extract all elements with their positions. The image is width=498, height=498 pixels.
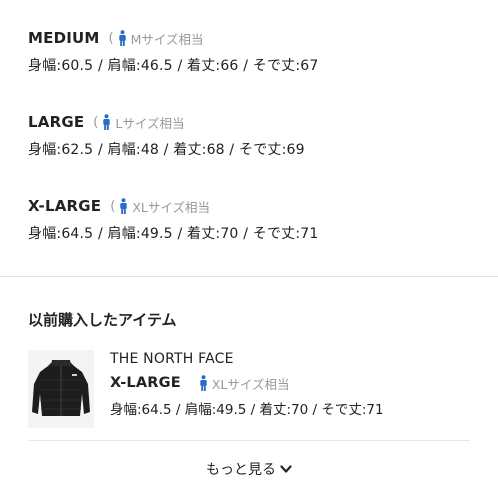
size-name: LARGE — [28, 113, 85, 131]
size-equivalent: Mサイズ相当 — [130, 31, 204, 47]
size-name: MEDIUM — [28, 29, 100, 47]
paren: ( — [110, 198, 116, 214]
paren: ( — [108, 30, 114, 46]
section-divider — [0, 276, 498, 277]
purchased-item-info: THE NORTH FACE X-LARGE XLサイズ相当 身幅:64.5 /… — [110, 350, 384, 428]
jacket-image — [32, 360, 90, 416]
paren: ( — [93, 114, 99, 130]
size-measurements: 身幅:64.5 / 肩幅:49.5 / 着丈:70 / そで丈:71 — [110, 402, 384, 418]
size-equivalent: XLサイズ相当 — [211, 376, 290, 392]
chevron-down-icon — [280, 465, 292, 473]
size-header: X-LARGE ( XLサイズ相当 — [28, 195, 319, 217]
size-option-xlarge: X-LARGE ( XLサイズ相当 身幅:64.5 / 肩幅:49.5 / 着丈… — [28, 195, 319, 243]
size-measurements: 身幅:60.5 / 肩幅:46.5 / 着丈:66 / そで丈:67 — [28, 58, 319, 74]
size-equivalent: Lサイズ相当 — [115, 115, 185, 131]
purchased-size-header: X-LARGE XLサイズ相当 — [110, 372, 384, 394]
size-option-large: LARGE ( Lサイズ相当 身幅:62.5 / 肩幅:48 / 着丈:68 /… — [28, 111, 305, 159]
brand-name: THE NORTH FACE — [110, 351, 234, 367]
size-measurements: 身幅:64.5 / 肩幅:49.5 / 着丈:70 / そで丈:71 — [28, 226, 319, 242]
purchased-item[interactable]: THE NORTH FACE X-LARGE XLサイズ相当 身幅:64.5 /… — [28, 350, 384, 428]
product-thumbnail[interactable] — [28, 350, 94, 428]
show-more-button[interactable]: もっと見る — [0, 459, 498, 479]
size-name: X-LARGE — [110, 375, 181, 391]
size-equivalent: XLサイズ相当 — [132, 199, 210, 215]
size-option-medium: MEDIUM ( Mサイズ相当 身幅:60.5 / 肩幅:46.5 / 着丈:6… — [28, 27, 319, 75]
person-icon — [120, 198, 128, 214]
size-name: X-LARGE — [28, 197, 102, 215]
purchased-section-title: 以前購入したアイテム — [28, 311, 177, 329]
size-header: LARGE ( Lサイズ相当 — [28, 111, 305, 133]
item-divider — [28, 440, 470, 441]
person-icon — [200, 375, 207, 391]
size-header: MEDIUM ( Mサイズ相当 — [28, 27, 319, 49]
person-icon — [118, 30, 126, 46]
show-more-label: もっと見る — [206, 462, 276, 478]
person-icon — [103, 114, 111, 130]
size-measurements: 身幅:62.5 / 肩幅:48 / 着丈:68 / そで丈:69 — [28, 142, 305, 158]
